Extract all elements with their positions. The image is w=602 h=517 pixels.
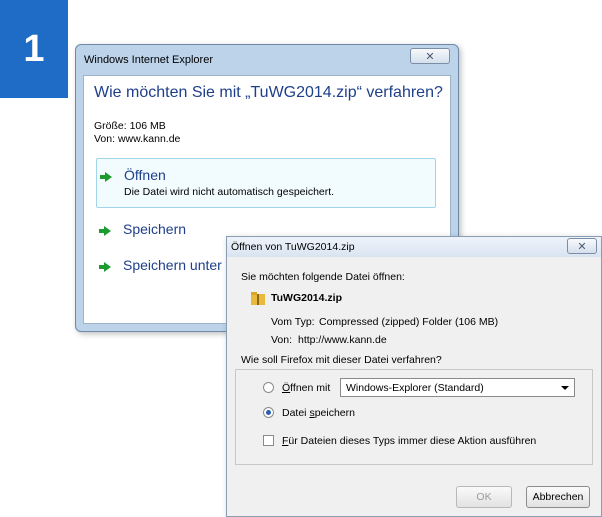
- firefox-open-dialog: Öffnen von TuWG2014.zip ✕ Sie möchten fo…: [226, 236, 602, 517]
- ff-question: Wie soll Firefox mit dieser Datei verfah…: [241, 354, 442, 366]
- zip-folder-icon: [251, 292, 265, 305]
- green-arrow-icon: [99, 226, 111, 236]
- ff-filename: TuWG2014.zip: [271, 292, 342, 304]
- ff-dialog-title: Öffnen von TuWG2014.zip: [231, 241, 355, 253]
- open-with-select[interactable]: Windows-Explorer (Standard): [340, 378, 575, 397]
- ie-dialog-title: Windows Internet Explorer: [84, 54, 213, 66]
- green-arrow-icon: [100, 172, 112, 182]
- chevron-down-icon: [561, 386, 569, 390]
- ie-file-size: Größe: 106 MB: [94, 120, 166, 132]
- ff-close-button[interactable]: ✕: [567, 238, 597, 254]
- ff-type-label: Vom Typ:: [271, 316, 315, 328]
- ie-option-save-label: Speichern: [123, 221, 187, 237]
- ff-from-label: Von:: [271, 334, 293, 346]
- save-file-label[interactable]: Datei speichern: [282, 407, 355, 419]
- always-do-checkbox[interactable]: [263, 435, 274, 446]
- ie-option-open-sub: Die Datei wird nicht automatisch gespeic…: [124, 186, 335, 198]
- ff-type-value: Compressed (zipped) Folder (106 MB): [319, 316, 499, 328]
- ff-intro-text: Sie möchten folgende Datei öffnen:: [241, 271, 405, 283]
- close-icon: ✕: [577, 239, 587, 253]
- always-do-label[interactable]: Für Dateien dieses Typs immer diese Akti…: [282, 435, 536, 447]
- save-file-radio[interactable]: [263, 407, 274, 418]
- ok-button[interactable]: OK: [456, 486, 512, 508]
- green-arrow-icon: [99, 262, 111, 272]
- open-with-label[interactable]: Öffnen mit: [282, 382, 330, 394]
- ie-option-open[interactable]: Öffnen Die Datei wird nicht automatisch …: [96, 158, 436, 208]
- ff-from-value: http://www.kann.de: [298, 334, 387, 346]
- ff-titlebar: Öffnen von TuWG2014.zip: [227, 237, 601, 257]
- cancel-button[interactable]: Abbrechen: [526, 486, 590, 508]
- close-icon: ✕: [425, 49, 435, 63]
- step-number-badge: 1: [0, 0, 68, 98]
- ie-option-open-label: Öffnen: [124, 167, 166, 183]
- ie-option-save-as-label: Speichern unter: [123, 257, 222, 273]
- ie-file-source: Von: www.kann.de: [94, 133, 181, 145]
- ie-dialog-heading: Wie möchten Sie mit „TuWG2014.zip“ verfa…: [94, 84, 443, 101]
- ie-close-button[interactable]: ✕: [410, 48, 450, 64]
- open-with-selected-value: Windows-Explorer (Standard): [346, 382, 484, 394]
- open-with-radio[interactable]: [263, 382, 274, 393]
